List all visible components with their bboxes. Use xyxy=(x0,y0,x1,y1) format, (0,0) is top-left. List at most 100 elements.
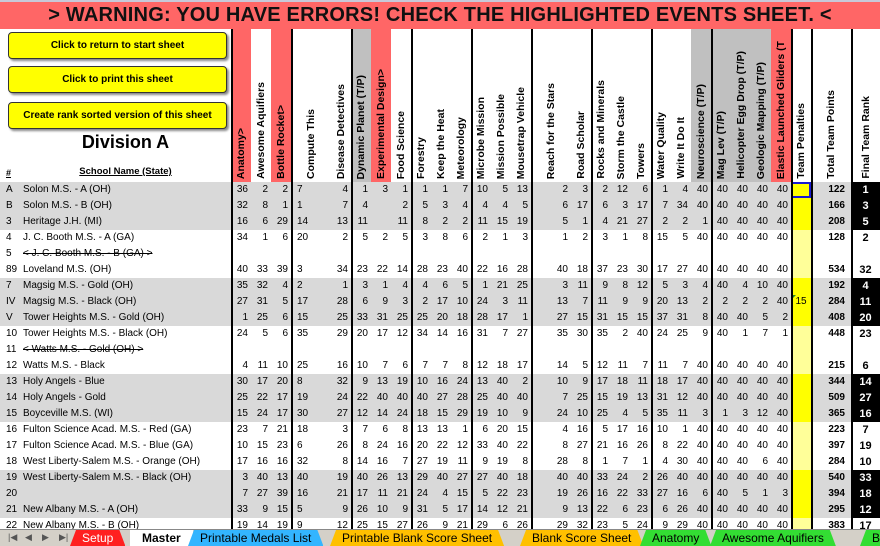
score-cell[interactable]: 26 xyxy=(331,438,351,454)
score-cell[interactable] xyxy=(371,342,391,358)
score-cell[interactable]: 29 xyxy=(331,326,351,342)
score-cell[interactable]: 40 xyxy=(491,438,511,454)
score-cell[interactable]: 3 xyxy=(511,230,531,246)
return-to-start-button[interactable]: Click to return to start sheet xyxy=(8,32,227,59)
score-cell[interactable]: 2 xyxy=(651,214,671,230)
event-header-8[interactable]: Food Science xyxy=(391,29,411,182)
score-cell[interactable]: 30 xyxy=(671,454,691,470)
event-header-25[interactable]: Geologic Mapping (T/P) xyxy=(751,29,771,182)
score-cell[interactable]: 40 xyxy=(731,230,751,246)
score-cell[interactable]: 11 xyxy=(651,358,671,374)
score-cell[interactable]: 26 xyxy=(351,502,371,518)
score-cell[interactable]: 16 xyxy=(291,486,331,502)
score-cell[interactable]: 27 xyxy=(411,454,431,470)
score-cell[interactable]: 5 xyxy=(351,230,371,246)
sheet-tab-bott[interactable]: Bott xyxy=(860,530,880,546)
score-cell[interactable]: 17 xyxy=(491,310,511,326)
score-cell[interactable]: 6 xyxy=(651,502,671,518)
score-cell[interactable]: 4 xyxy=(591,214,611,230)
score-cell[interactable]: 24 xyxy=(451,374,471,390)
score-cell[interactable]: 8 xyxy=(571,454,591,470)
score-cell[interactable]: 24 xyxy=(471,294,491,310)
score-cell[interactable]: 40 xyxy=(771,198,791,214)
score-cell[interactable]: 5 xyxy=(591,422,611,438)
score-cell[interactable]: 5 xyxy=(571,358,591,374)
score-cell[interactable]: 20 xyxy=(411,438,431,454)
score-cell[interactable] xyxy=(751,342,771,358)
score-cell[interactable]: 12 xyxy=(671,390,691,406)
score-cell[interactable] xyxy=(451,342,471,358)
score-cell[interactable]: 40 xyxy=(731,502,751,518)
score-cell[interactable]: 40 xyxy=(751,198,771,214)
score-cell[interactable]: 11 xyxy=(611,358,631,374)
score-cell[interactable]: 40 xyxy=(771,294,791,310)
score-cell[interactable]: 27 xyxy=(251,486,271,502)
score-cell[interactable]: 22 xyxy=(251,390,271,406)
score-cell[interactable]: 11 xyxy=(571,278,591,294)
score-cell[interactable]: 16 xyxy=(251,454,271,470)
score-cell[interactable]: 6 xyxy=(291,438,331,454)
score-cell[interactable]: 12 xyxy=(591,358,611,374)
score-cell[interactable]: 40 xyxy=(711,182,731,198)
print-sheet-button[interactable]: Click to print this sheet xyxy=(8,66,227,93)
score-cell[interactable]: 3 xyxy=(491,294,511,310)
score-cell[interactable]: 17 xyxy=(611,422,631,438)
score-cell[interactable]: 12 xyxy=(471,358,491,374)
score-cell[interactable]: 22 xyxy=(671,438,691,454)
score-cell[interactable]: 31 xyxy=(371,310,391,326)
score-cell[interactable]: 3 xyxy=(611,198,631,214)
score-cell[interactable]: 40 xyxy=(691,374,711,390)
score-cell[interactable] xyxy=(251,246,271,262)
score-cell[interactable]: 28 xyxy=(331,294,351,310)
score-cell[interactable]: 9 xyxy=(571,374,591,390)
score-cell[interactable]: 22 xyxy=(371,262,391,278)
score-cell[interactable]: 40 xyxy=(771,406,791,422)
score-cell[interactable]: 40 xyxy=(711,326,731,342)
score-cell[interactable]: 40 xyxy=(711,262,731,278)
score-cell[interactable]: 10 xyxy=(351,358,371,374)
score-cell[interactable]: 20 xyxy=(291,230,331,246)
score-cell[interactable]: 21 xyxy=(391,486,411,502)
score-cell[interactable]: 40 xyxy=(731,422,751,438)
score-cell[interactable]: 15 xyxy=(451,486,471,502)
score-cell[interactable]: 4 xyxy=(491,198,511,214)
score-cell[interactable]: 5 xyxy=(631,406,651,422)
score-cell[interactable]: 15 xyxy=(251,438,271,454)
score-cell[interactable] xyxy=(511,246,531,262)
score-cell[interactable]: 29 xyxy=(451,406,471,422)
first-sheet-icon[interactable]: |◀ xyxy=(8,532,17,543)
score-cell[interactable]: 11 xyxy=(631,374,651,390)
score-cell[interactable]: 7 xyxy=(491,326,511,342)
score-cell[interactable]: 35 xyxy=(531,326,571,342)
event-header-7[interactable]: Experimental Design> xyxy=(371,29,391,182)
score-cell[interactable]: 14 xyxy=(431,326,451,342)
score-cell[interactable]: 16 xyxy=(391,438,411,454)
score-cell[interactable] xyxy=(231,342,251,358)
score-cell[interactable]: 3 xyxy=(571,182,591,198)
event-header-14[interactable]: Mousetrap Vehicle xyxy=(511,29,531,182)
score-cell[interactable]: 14 xyxy=(531,358,571,374)
score-cell[interactable]: 40 xyxy=(751,374,771,390)
score-cell[interactable]: 18 xyxy=(411,406,431,422)
score-cell[interactable]: 6 xyxy=(471,422,491,438)
score-cell[interactable]: 13 xyxy=(531,294,571,310)
score-cell[interactable]: 8 xyxy=(291,374,331,390)
score-cell[interactable]: 27 xyxy=(231,294,251,310)
score-cell[interactable] xyxy=(731,342,751,358)
score-cell[interactable]: 40 xyxy=(731,214,751,230)
score-cell[interactable]: 7 xyxy=(291,182,331,198)
score-cell[interactable]: 40 xyxy=(251,470,271,486)
score-cell[interactable]: 16 xyxy=(451,326,471,342)
score-cell[interactable]: 21 xyxy=(611,214,631,230)
score-cell[interactable]: 13 xyxy=(391,470,411,486)
score-cell[interactable]: 5 xyxy=(451,278,471,294)
score-cell[interactable] xyxy=(231,246,251,262)
score-cell[interactable]: 2 xyxy=(291,278,331,294)
score-cell[interactable] xyxy=(571,246,591,262)
score-cell[interactable]: 40 xyxy=(531,470,571,486)
score-cell[interactable]: 4 xyxy=(671,182,691,198)
score-cell[interactable]: 33 xyxy=(351,310,371,326)
score-cell[interactable]: 23 xyxy=(511,486,531,502)
score-cell[interactable]: 17 xyxy=(671,374,691,390)
score-cell[interactable]: 1 xyxy=(691,214,711,230)
